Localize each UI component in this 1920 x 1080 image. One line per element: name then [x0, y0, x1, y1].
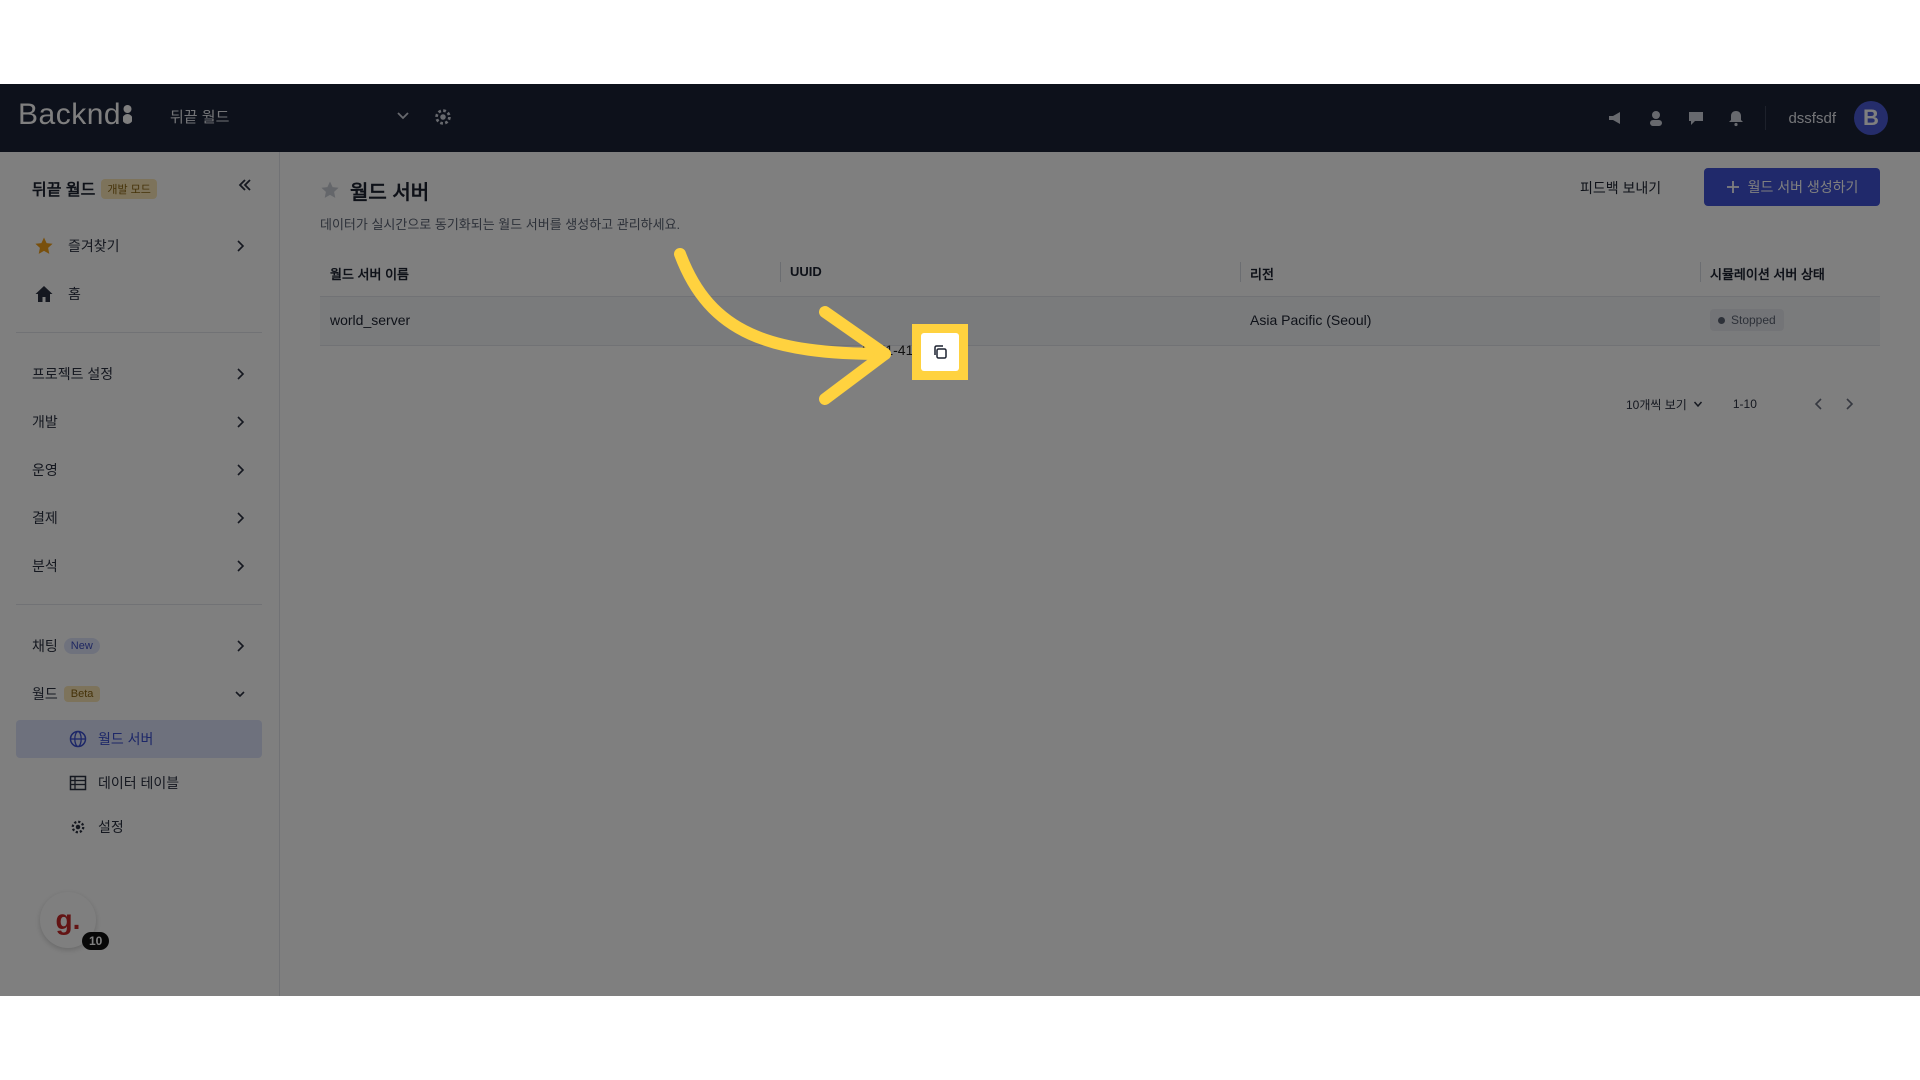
cell-region: Asia Pacific (Seoul): [1250, 312, 1372, 328]
sidebar-item-world[interactable]: 월드 Beta: [16, 674, 262, 714]
chevron-right-icon: [237, 368, 245, 380]
plus-icon: [1726, 181, 1739, 193]
page-size-select[interactable]: 10개씩 보기: [1626, 396, 1703, 413]
table-header: 월드 서버 이름 UUID 리전 시뮬레이션 서버 상태: [320, 250, 1880, 297]
create-world-server-button[interactable]: 월드 서버 생성하기: [1704, 168, 1880, 206]
copy-uuid-button[interactable]: [921, 333, 959, 371]
sidebar-item-label: 운영: [32, 462, 58, 478]
sidebar-item-development[interactable]: 개발: [16, 402, 262, 442]
sidebar-item-label: 월드: [32, 686, 58, 702]
favorite-star-icon[interactable]: [320, 180, 340, 200]
sidebar-item-operation[interactable]: 운영: [16, 450, 262, 490]
sidebar-subitem-world-server[interactable]: 월드 서버: [16, 720, 262, 758]
sidebar-subitem-label: 설정: [98, 819, 124, 835]
user-avatar[interactable]: B: [1854, 101, 1888, 135]
app-window: Backnd 뒤끝 월드 dssfsdf B 뒤끝 월드개발 모드 즐겨찾기: [0, 84, 1920, 996]
sidebar-item-favorites[interactable]: 즐겨찾기: [16, 226, 262, 266]
collapse-sidebar-icon[interactable]: [236, 176, 254, 194]
globe-icon: [68, 730, 88, 748]
main-content: 월드 서버 데이터가 실시간으로 동기화되는 월드 서버를 생성하고 관리하세요…: [280, 152, 1920, 996]
top-divider: [1765, 106, 1767, 130]
previous-page-icon[interactable]: [1813, 397, 1825, 411]
sidebar-item-home[interactable]: 홈: [16, 274, 262, 314]
sidebar-item-project-settings[interactable]: 프로젝트 설정: [16, 354, 262, 394]
gear-icon: [68, 818, 88, 836]
page-range: 1-10: [1732, 397, 1757, 411]
column-header-status: 시뮬레이션 서버 상태: [1710, 267, 1825, 282]
sidebar-item-label: 홈: [68, 286, 81, 302]
sidebar-item-label: 채팅: [32, 638, 58, 654]
sidebar-item-label: 즐겨찾기: [68, 238, 120, 254]
top-icon-group: dssfsdf B: [1605, 100, 1888, 136]
bell-icon[interactable]: [1725, 107, 1747, 129]
chevron-right-icon: [237, 416, 245, 428]
sidebar-item-chat[interactable]: 채팅 New: [16, 626, 262, 666]
page-size-label: 10개씩 보기: [1626, 397, 1687, 412]
column-header-region: 리전: [1250, 267, 1274, 282]
status-badge: Stopped: [1710, 309, 1784, 331]
table-row[interactable]: world_server Asia Pacific (Seoul) Stoppe…: [320, 297, 1880, 346]
assistant-count-badge: 10: [82, 932, 110, 950]
cell-server-name[interactable]: world_server: [330, 312, 410, 328]
copy-uuid-highlight: [912, 324, 968, 380]
chevron-right-icon: [237, 464, 245, 476]
status-label: Stopped: [1731, 313, 1776, 327]
sidebar: 뒤끝 월드 개발 모드 즐겨찾기 홈 프로젝트 설정 개발 운영 결제 분석 채…: [0, 152, 280, 996]
chevron-down-icon: [1693, 401, 1702, 408]
next-page-icon[interactable]: [1843, 397, 1855, 411]
sidebar-subitem-label: 월드 서버: [98, 731, 154, 747]
sidebar-divider: [16, 332, 262, 333]
pagination: 10개씩 보기 1-10: [1626, 392, 1855, 416]
sidebar-subitem-label: 데이터 테이블: [98, 775, 180, 791]
sidebar-item-label: 개발: [32, 414, 58, 430]
sidebar-item-label: 결제: [32, 510, 58, 526]
world-server-table: 월드 서버 이름 UUID 리전 시뮬레이션 서버 상태 world_serve…: [320, 250, 1880, 346]
sidebar-project-title: 뒤끝 월드 개발 모드: [32, 176, 157, 200]
table-icon: [68, 774, 88, 792]
beta-badge: Beta: [63, 686, 101, 702]
project-select[interactable]: 뒤끝 월드: [170, 106, 410, 130]
column-divider: [1240, 262, 1241, 282]
sidebar-subitem-settings[interactable]: 설정: [16, 808, 262, 846]
chevron-right-icon: [237, 560, 245, 572]
star-icon: [32, 236, 56, 256]
sidebar-item-payment[interactable]: 결제: [16, 498, 262, 538]
status-dot-icon: [1718, 316, 1725, 324]
sidebar-subitem-data-table[interactable]: 데이터 테이블: [16, 764, 262, 802]
column-divider: [1700, 262, 1701, 282]
support-agent-icon[interactable]: [1645, 107, 1667, 129]
tutorial-arrow-icon: [674, 248, 891, 405]
sidebar-divider: [16, 604, 262, 605]
gear-icon[interactable]: [432, 106, 454, 128]
chat-icon[interactable]: [1685, 107, 1707, 129]
chevron-down-icon: [235, 691, 245, 698]
sidebar-item-label: 분석: [32, 558, 58, 574]
copy-icon: [934, 345, 947, 359]
dev-mode-badge: 개발 모드: [101, 179, 157, 199]
sidebar-item-label: 프로젝트 설정: [32, 366, 114, 382]
megaphone-icon[interactable]: [1605, 107, 1627, 129]
chevron-right-icon: [237, 240, 245, 252]
chevron-right-icon: [237, 640, 245, 652]
page-description: 데이터가 실시간으로 동기화되는 월드 서버를 생성하고 관리하세요.: [320, 217, 681, 232]
username[interactable]: dssfsdf: [1788, 110, 1836, 127]
column-header-name: 월드 서버 이름: [330, 267, 409, 282]
project-name: 뒤끝 월드: [170, 109, 230, 126]
backnd-logo[interactable]: Backnd: [18, 98, 133, 132]
feedback-button[interactable]: 피드백 보내기: [1580, 178, 1661, 198]
create-button-label: 월드 서버 생성하기: [1747, 179, 1859, 195]
home-icon: [32, 284, 56, 304]
new-badge: New: [63, 638, 100, 654]
page-title: 월드 서버: [350, 182, 430, 204]
top-bar: Backnd 뒤끝 월드 dssfsdf B: [0, 84, 1920, 152]
page-nav: [1813, 397, 1855, 411]
sidebar-item-analytics[interactable]: 분석: [16, 546, 262, 586]
chevron-right-icon: [237, 512, 245, 524]
chevron-down-icon: [397, 112, 409, 120]
